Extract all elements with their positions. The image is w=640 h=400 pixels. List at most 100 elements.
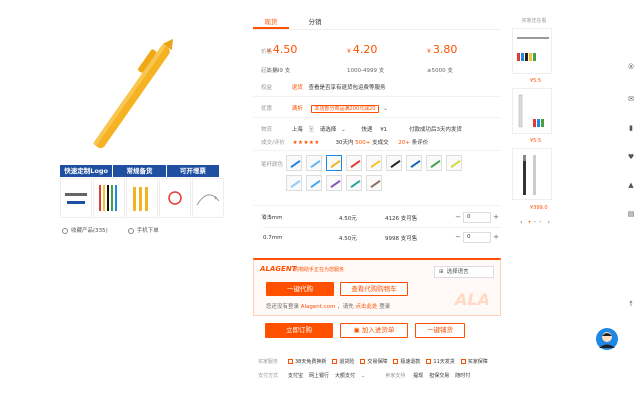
- chevron-down-icon[interactable]: ⌄: [361, 373, 365, 379]
- bookmark-icon[interactable]: ▮: [627, 124, 635, 132]
- price-block: 价格 起批量 ¥4.50 2-999 支 ¥4.20 1000-4999 支 ¥…: [253, 38, 501, 76]
- decrement-button[interactable]: −: [453, 212, 463, 223]
- promo-row: 优惠 满折 本店部分商品满200元减20 ⌄: [253, 104, 501, 113]
- prev-icon[interactable]: ‹: [520, 219, 522, 226]
- thumbnail[interactable]: [126, 178, 158, 218]
- translate-icon: ⊞: [439, 269, 444, 275]
- color-swatch[interactable]: [406, 155, 422, 171]
- price-value: 3.80: [432, 43, 458, 56]
- purchase-mode-tabs: 现货 分销: [253, 14, 501, 30]
- service-icon: [360, 359, 366, 364]
- increment-button[interactable]: +: [491, 212, 501, 223]
- ship-method: 快递: [361, 127, 373, 133]
- service-item: 11天发货: [426, 358, 455, 365]
- login-link[interactable]: 点击此处: [355, 304, 377, 310]
- also-viewed-title: 买家还在看: [521, 18, 547, 24]
- currency: ¥: [347, 48, 351, 55]
- decrement-button[interactable]: −: [453, 232, 463, 243]
- increment-button[interactable]: +: [491, 232, 501, 243]
- color-swatch[interactable]: [386, 155, 402, 171]
- service-icon: [332, 359, 338, 364]
- divider: [253, 96, 501, 97]
- add-to-cart-button[interactable]: ▣ 加入进货单: [340, 323, 408, 338]
- heart-icon[interactable]: ♥: [627, 153, 635, 161]
- main-product-image[interactable]: [60, 22, 210, 167]
- reviews-count[interactable]: 20+: [398, 140, 410, 146]
- color-swatch[interactable]: [286, 155, 302, 171]
- color-swatch[interactable]: [346, 155, 362, 171]
- document-icon[interactable]: ▤: [627, 210, 635, 218]
- promo-badge[interactable]: 本店部分商品满200元减20: [310, 105, 380, 113]
- service-item: 交易保障: [360, 358, 387, 365]
- color-swatch[interactable]: [306, 155, 322, 171]
- order-now-button[interactable]: 立即订购: [265, 323, 333, 338]
- scroll-top-icon[interactable]: ↑: [627, 300, 635, 308]
- thumb-tab[interactable]: 常规备货: [113, 165, 167, 177]
- thumbnail-next-icon[interactable]: ›: [214, 193, 220, 203]
- service-icon: [288, 359, 293, 364]
- chevron-down-icon[interactable]: ⌄: [383, 106, 388, 112]
- color-swatch[interactable]: [366, 175, 382, 191]
- recommended-price: ¥399.0: [530, 205, 548, 211]
- thumbnail[interactable]: [60, 178, 92, 218]
- color-swatch[interactable]: [346, 175, 362, 191]
- color-swatch[interactable]: [446, 155, 462, 171]
- mobile-order-label: 手机下单: [136, 228, 159, 234]
- color-swatch[interactable]: [326, 155, 342, 171]
- thumbnail[interactable]: [159, 178, 191, 218]
- recommended-product-card[interactable]: [512, 148, 552, 200]
- bell-icon[interactable]: ▲: [627, 181, 635, 189]
- currency: ¥: [427, 48, 431, 55]
- ship-fee: ¥1: [380, 127, 388, 133]
- rights-text[interactable]: 查看是否享有退货包运费等服务: [309, 85, 386, 91]
- ship-to-select[interactable]: 请选择: [320, 127, 337, 133]
- agent-cart-button[interactable]: 查看代购购物车: [340, 282, 408, 296]
- tier-qty: 1000-4999 支: [347, 68, 385, 74]
- mail-icon[interactable]: ✉: [627, 95, 635, 103]
- reviews-suffix[interactable]: 条评价: [412, 140, 429, 146]
- recommended-price: ¥5.5: [530, 138, 542, 144]
- thumb-tab[interactable]: 可开增票: [166, 165, 220, 177]
- support-item: 提现: [413, 373, 424, 379]
- shipping-row: 物流 上海 至 请选择 ⌄ 快递 ¥1 付款成功后3天内发货: [253, 125, 501, 133]
- next-icon[interactable]: ›: [548, 219, 550, 226]
- assistant-avatar[interactable]: [596, 328, 618, 350]
- thumbnail[interactable]: [93, 178, 125, 218]
- tab-distribution[interactable]: 分销: [297, 14, 333, 29]
- deals-suffix: 支成交: [372, 140, 389, 146]
- service-item: 38天免费换新: [288, 358, 326, 365]
- thumb-tab[interactable]: 快速定制Logo: [60, 165, 114, 177]
- color-swatch[interactable]: [426, 155, 442, 171]
- one-click-list-button[interactable]: 一键铺货: [415, 323, 465, 338]
- tier-qty: 2-999 支: [267, 68, 291, 74]
- tier-price: ¥3.80: [427, 43, 457, 56]
- agent-watermark: ALA: [455, 290, 490, 309]
- payment-label: 支付方式: [258, 373, 279, 379]
- tab-spot[interactable]: 现货: [253, 14, 289, 29]
- language-select[interactable]: ⊞ 选择语言: [434, 266, 494, 278]
- agent-site-link[interactable]: Alagent.com: [301, 304, 336, 310]
- currency: ¥: [267, 48, 271, 55]
- tier-price: ¥4.20: [347, 43, 377, 56]
- color-swatch[interactable]: [286, 175, 302, 191]
- quantity-input[interactable]: 0: [463, 212, 491, 223]
- add-to-cart-label: 加入进货单: [361, 326, 395, 334]
- payment-item: 大额支付: [335, 373, 356, 379]
- reviews-label: 成交/评价: [261, 140, 285, 146]
- rights-badge[interactable]: 退货: [292, 85, 303, 91]
- recommended-product-card[interactable]: [512, 88, 552, 134]
- color-swatch[interactable]: [366, 155, 382, 171]
- favorite-button[interactable]: 收藏产品(335): [62, 226, 108, 234]
- quantity-input[interactable]: 0: [463, 232, 491, 243]
- rating-stars: ★★★★★: [292, 140, 320, 146]
- divider: [253, 205, 501, 206]
- mobile-order-button[interactable]: 手机下单: [127, 226, 159, 234]
- agent-buy-button[interactable]: 一键代购: [266, 282, 334, 296]
- help-icon[interactable]: ®: [627, 63, 635, 71]
- color-swatch[interactable]: [326, 175, 342, 191]
- recommended-product-card[interactable]: [512, 28, 552, 74]
- price-value: 4.20: [352, 43, 378, 56]
- chevron-down-icon[interactable]: ⌄: [341, 127, 346, 133]
- color-swatch[interactable]: [306, 175, 322, 191]
- shipping-label: 物流: [261, 127, 273, 133]
